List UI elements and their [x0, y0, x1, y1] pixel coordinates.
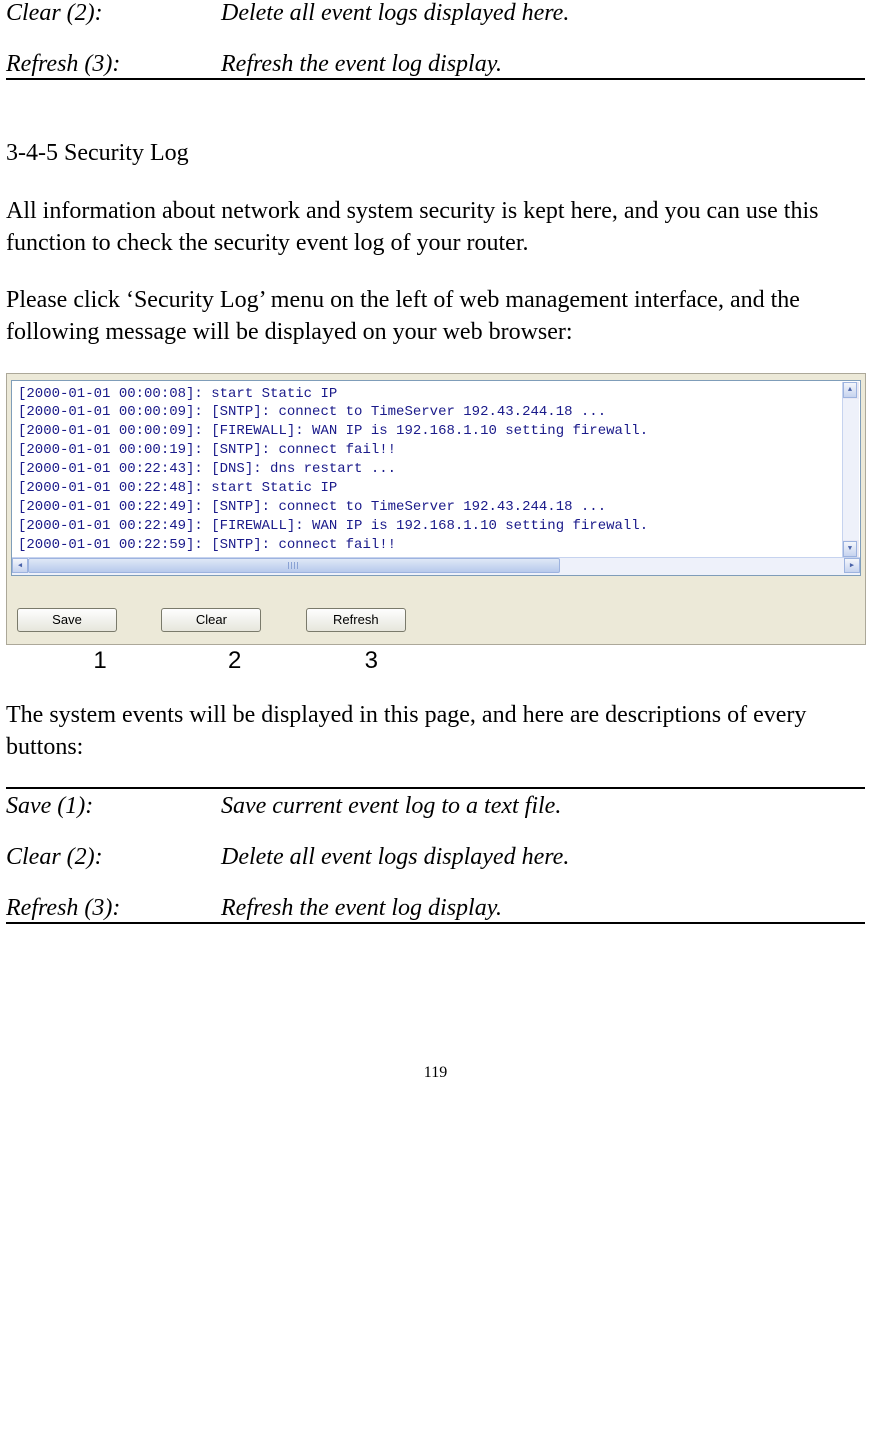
term-save-b: Save (1):	[6, 788, 221, 820]
scroll-right-icon[interactable]: ▶	[844, 558, 860, 573]
desc-clear: Delete all event logs displayed here.	[221, 0, 865, 27]
section-para-2: Please click ‘Security Log’ menu on the …	[6, 284, 865, 349]
vertical-scrollbar[interactable]: ▲ ▼	[842, 382, 859, 557]
after-screenshot-text: The system events will be displayed in t…	[6, 699, 865, 764]
desc-refresh: Refresh the event log display.	[221, 51, 865, 79]
section-heading: 3-4-5 Security Log	[6, 140, 865, 167]
desc-clear-b: Delete all event logs displayed here.	[221, 844, 865, 871]
save-button[interactable]: Save	[17, 608, 117, 632]
log-textarea[interactable]: [2000-01-01 00:00:08]: start Static IP […	[11, 380, 861, 576]
scroll-left-icon[interactable]: ◀	[12, 558, 28, 573]
term-refresh: Refresh (3):	[6, 51, 221, 79]
screenshot-panel: [2000-01-01 00:00:08]: start Static IP […	[6, 373, 866, 645]
scroll-down-icon[interactable]: ▼	[843, 541, 857, 557]
term-clear-b: Clear (2):	[6, 844, 221, 871]
desc-save-b: Save current event log to a text file.	[221, 788, 865, 820]
annotation-row: 1 2 3	[6, 647, 865, 675]
definition-table-top: Clear (2): Delete all event logs display…	[6, 0, 865, 80]
scroll-up-icon[interactable]: ▲	[843, 382, 857, 398]
term-refresh-b: Refresh (3):	[6, 895, 221, 923]
log-content: [2000-01-01 00:00:08]: start Static IP […	[12, 381, 843, 557]
horizontal-scrollbar[interactable]: ◀ ▶	[12, 557, 860, 575]
page-number: 119	[6, 1064, 865, 1082]
annotation-3: 3	[315, 647, 427, 675]
definition-table-bottom: Save (1): Save current event log to a te…	[6, 787, 865, 924]
section-para-1: All information about network and system…	[6, 195, 865, 260]
clear-button[interactable]: Clear	[161, 608, 261, 632]
refresh-button[interactable]: Refresh	[306, 608, 406, 632]
annotation-1: 1	[44, 647, 156, 675]
desc-refresh-b: Refresh the event log display.	[221, 895, 865, 923]
button-row: Save Clear Refresh	[17, 608, 861, 632]
term-clear: Clear (2):	[6, 0, 221, 27]
scroll-thumb[interactable]	[28, 558, 560, 573]
annotation-2: 2	[179, 647, 291, 675]
